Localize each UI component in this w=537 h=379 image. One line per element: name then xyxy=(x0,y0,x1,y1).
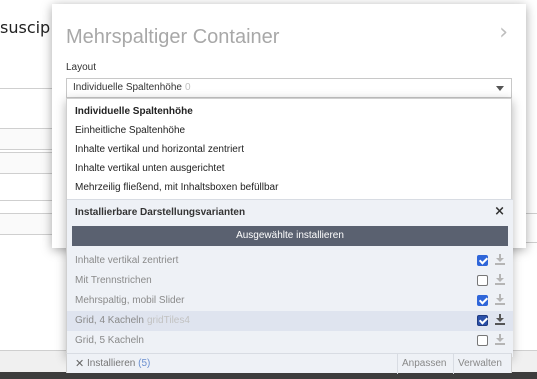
variant-tech-name: gridTiles4 xyxy=(146,315,190,326)
close-icon[interactable]: × xyxy=(494,204,505,219)
dropdown-option[interactable]: Einheitliche Spaltenhöhe xyxy=(75,125,185,136)
background-divider xyxy=(0,200,60,201)
variant-label: Grid, 4 Kacheln gridTiles4 xyxy=(75,315,190,326)
checkbox-icon[interactable] xyxy=(477,335,488,346)
dropdown-option[interactable]: Inhalte vertikal und horizontal zentrier… xyxy=(75,144,244,155)
install-link[interactable]: Installieren (5) xyxy=(87,358,150,369)
background-field xyxy=(0,152,60,174)
download-icon[interactable] xyxy=(495,254,505,266)
variants-heading: Installierbare Darstellungsvarianten xyxy=(75,207,246,218)
download-icon[interactable] xyxy=(495,294,505,306)
adjust-button[interactable]: Anpassen xyxy=(397,354,450,374)
background-field xyxy=(0,213,60,235)
checkbox-icon[interactable] xyxy=(477,275,488,286)
variant-row: Mehrspaltig, mobil Slider xyxy=(67,291,513,311)
variant-label: Mit Trennstrichen xyxy=(75,275,152,286)
background-divider xyxy=(0,88,60,89)
download-icon[interactable] xyxy=(495,274,505,286)
manage-button[interactable]: Verwalten xyxy=(453,354,506,374)
dropdown-option[interactable]: Mehrzeilig fließend, mit Inhaltsboxen be… xyxy=(75,182,278,193)
layout-label: Layout xyxy=(66,62,97,73)
download-icon[interactable] xyxy=(495,314,505,326)
layout-dropdown: Individuelle Spaltenhöhe Einheitliche Sp… xyxy=(66,98,513,357)
dropdown-option[interactable]: Individuelle Spaltenhöhe xyxy=(75,106,193,117)
install-selected-button[interactable]: Ausgewählte installieren xyxy=(72,226,508,246)
background-field xyxy=(0,128,60,150)
layout-select-value: Individuelle Spaltenhöhe xyxy=(73,82,182,93)
variant-row: Grid, 5 Kacheln xyxy=(67,331,513,349)
close-icon[interactable]: ✕ xyxy=(75,357,84,370)
background-text: suscip xyxy=(0,18,51,37)
variants-footer-bar: ✕ Installieren (5) Anpassen Verwalten xyxy=(66,353,512,374)
download-icon[interactable] xyxy=(495,334,505,346)
layout-select[interactable]: Individuelle Spaltenhöhe 0 xyxy=(66,78,512,98)
checkbox-icon[interactable] xyxy=(477,295,488,306)
variant-label: Mehrspaltig, mobil Slider xyxy=(75,295,185,306)
chevron-right-icon[interactable]: › xyxy=(499,20,508,45)
checkbox-icon[interactable] xyxy=(477,255,488,266)
variants-footer: ✕ Installieren (5) Anpassen Verwalten xyxy=(66,353,512,374)
variant-row: Inhalte vertikal zentriert xyxy=(67,251,513,271)
layout-select-count: 0 xyxy=(184,82,191,93)
variant-row: Grid, 4 Kacheln gridTiles4 xyxy=(67,311,513,331)
popup-title: Mehrspaltiger Container xyxy=(66,26,280,48)
variant-label: Inhalte vertikal zentriert xyxy=(75,255,179,266)
variant-row: Mit Trennstrichen xyxy=(67,271,513,291)
dropdown-option[interactable]: Inhalte vertikal unten ausgerichtet xyxy=(75,163,225,174)
variant-label: Grid, 5 Kacheln xyxy=(75,335,144,346)
checkbox-icon[interactable] xyxy=(477,315,488,326)
installable-variants-panel: Installierbare Darstellungsvarianten × A… xyxy=(67,199,513,357)
chevron-down-icon xyxy=(496,86,504,91)
